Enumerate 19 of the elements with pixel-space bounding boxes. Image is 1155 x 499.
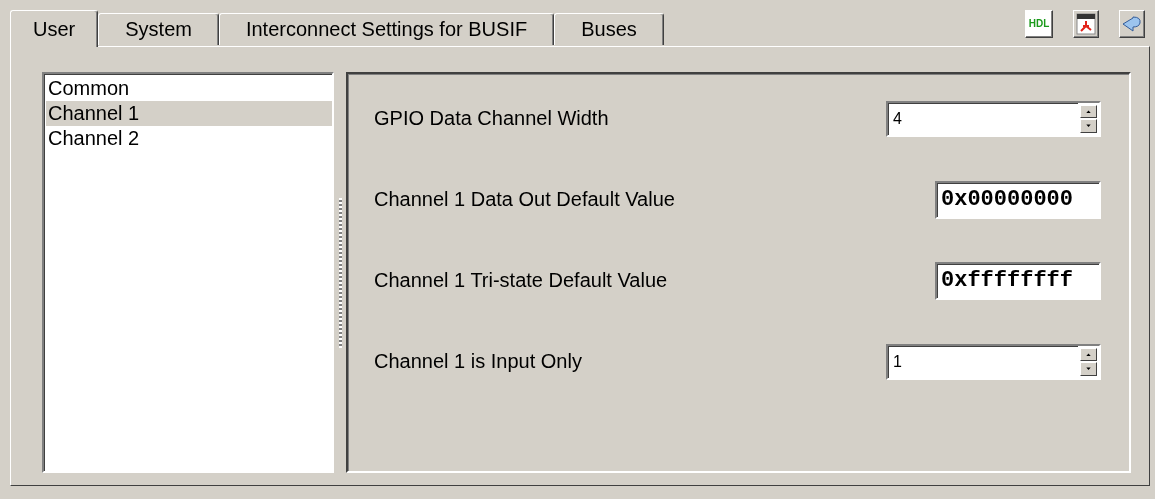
splitter-handle[interactable]: [338, 197, 342, 348]
input-field[interactable]: 0xffffffff: [935, 261, 1101, 300]
parameter-label: Channel 1 is Input Only: [374, 350, 582, 373]
pdf-button[interactable]: [1073, 10, 1099, 38]
document-icon: [1076, 13, 1096, 35]
tab[interactable]: Interconnect Settings for BUSIF: [218, 13, 555, 45]
back-arrow-icon: [1121, 14, 1143, 34]
tab[interactable]: Buses: [554, 13, 664, 45]
parameter-label: Channel 1 Tri-state Default Value: [374, 269, 668, 292]
tab[interactable]: User: [10, 10, 99, 47]
list-item[interactable]: Channel 1: [46, 101, 332, 126]
input-field[interactable]: 0x00000000: [935, 180, 1101, 219]
back-button[interactable]: [1119, 10, 1145, 38]
tab[interactable]: System: [98, 13, 219, 45]
list-item[interactable]: Common: [46, 76, 332, 101]
parameter-label: GPIO Data Channel Width: [374, 107, 609, 130]
hdl-button[interactable]: HDL: [1025, 10, 1053, 38]
list-item[interactable]: Channel 2: [46, 126, 332, 151]
parameter-label: Channel 1 Data Out Default Value: [374, 188, 675, 211]
